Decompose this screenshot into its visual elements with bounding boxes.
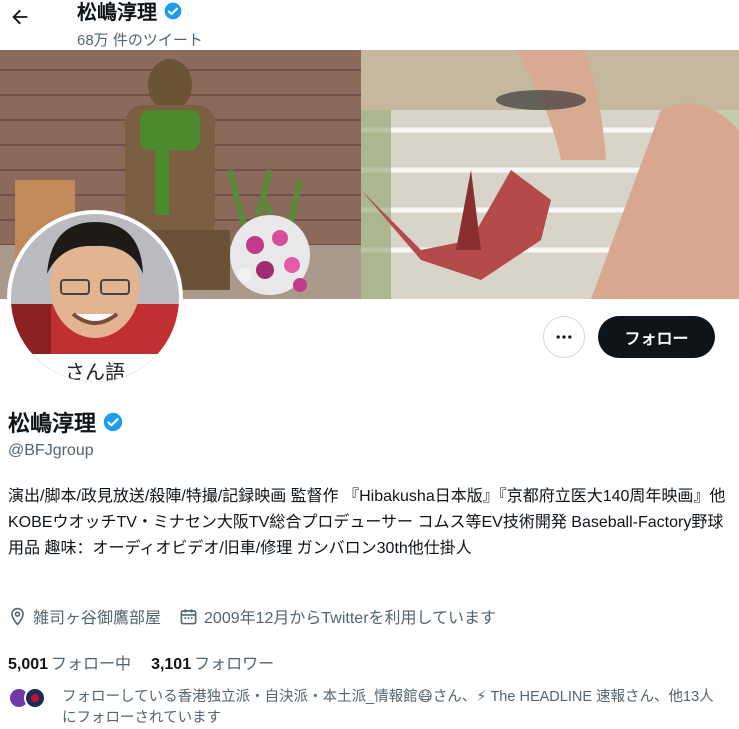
follow-stats: 5,001 フォロー中 3,101 フォロワー [8,650,274,674]
verified-badge-icon [102,411,124,433]
more-icon [556,335,572,339]
tweet-count: 68万 件のツイート [77,32,203,49]
location-text: 雑司ヶ谷御鷹部屋 [33,610,162,627]
profile-avatar[interactable]: さん語 [7,210,183,386]
top-header: 松嶋淳理 68万 件のツイート [0,0,739,50]
verified-badge-icon [163,1,183,21]
location-icon [11,607,24,626]
svg-text:さん語: さん語 [65,360,125,382]
followed-by-text: フォローしている香港独立派・自決派・本土派_情報館😷さん、⚡ The HEADL… [62,689,714,726]
followers-count: 3,101 [151,656,192,673]
following-link[interactable]: 5,001 フォロー中 [8,650,131,674]
following-count: 5,001 [8,656,49,673]
profile-bio: 演出/脚本/政見放送/殺陣/特撮/記録映画 監督作 『Hibakusha日本版』… [8,488,726,557]
banner-image-right [361,50,739,299]
joined-text: 2009年12月からTwitterを利用しています [204,610,497,627]
more-button[interactable] [543,316,585,358]
back-arrow-icon [12,9,28,25]
follow-button[interactable]: フォロー [598,316,715,358]
profile-handle: @BFJgroup [8,442,94,459]
followers-label: フォロワー [194,656,275,673]
calendar-icon [180,608,197,624]
profile-name-row: 松嶋淳理 [8,406,124,438]
followed-by-avatars [8,687,52,709]
followed-by-row[interactable]: フォローしている香港独立派・自決派・本土派_情報館😷さん、⚡ The HEADL… [8,687,733,729]
avatar-image: さん語 [11,214,179,382]
location-item: 雑司ヶ谷御鷹部屋 [8,604,161,628]
profile-meta: 雑司ヶ谷御鷹部屋 2009年12月からTwitterを利用しています [8,604,514,628]
following-label: フォロー中 [51,656,132,673]
joined-item: 2009年12月からTwitterを利用しています [179,604,496,628]
header-name: 松嶋淳理 [77,2,157,24]
followers-link[interactable]: 3,101 フォロワー [151,650,274,674]
back-button[interactable] [8,4,32,30]
profile-name: 松嶋淳理 [8,411,97,436]
header-title: 松嶋淳理 [77,0,183,25]
